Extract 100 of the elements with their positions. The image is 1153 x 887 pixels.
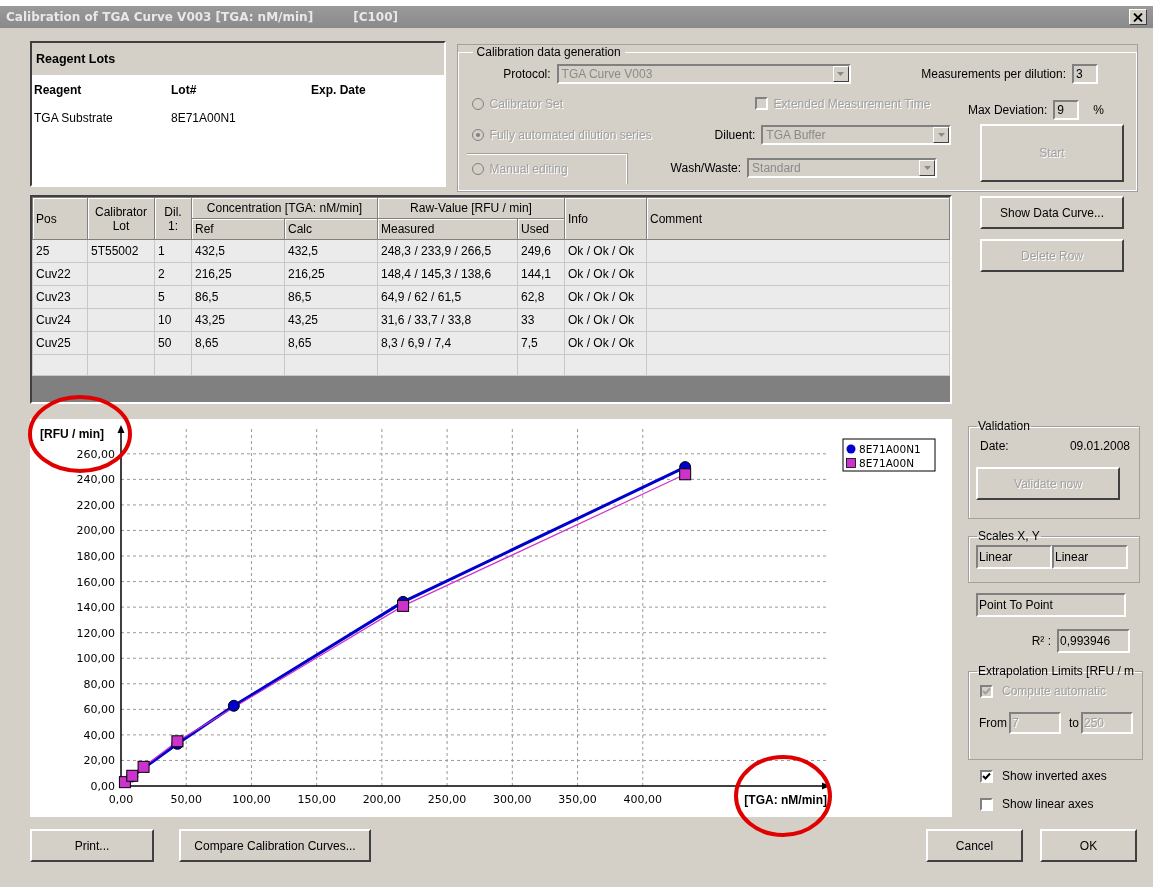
checkbox[interactable] [980,769,993,783]
y-scale-field[interactable]: Linear [1052,545,1128,569]
x-tick-label: 350,00 [558,793,597,806]
column-header: Info [564,197,647,240]
y-tick-label: 60,00 [83,703,115,717]
data-point [227,699,240,712]
table-cell: Ok / Ok / Ok [568,267,635,281]
table-cell: 8,3 / 6,9 / 7,4 [381,336,452,350]
table-cell: Ok / Ok / Ok [568,336,635,350]
table-cell-text: TGA Substrate [34,111,114,125]
x-tick-label: 250,00 [427,793,467,806]
checkbox[interactable] [980,797,993,811]
table-cell: 33 [521,313,535,327]
panel-title: Reagent Lots [36,52,116,66]
y-tick-label: 100,00 [76,652,115,666]
x-axis-label: [TGA: nM/min] [744,793,827,807]
column-header: Exp. Date [311,83,367,97]
data-point [397,599,410,612]
group-title: Extrapolation Limits [RFU / m [977,664,1136,678]
legend-label: 8E71A00N1 [859,443,921,455]
column-header: Comment [646,197,950,240]
checkbox-label: Show inverted axes [1002,769,1107,783]
table-cell: Ok / Ok / Ok [568,290,635,304]
table-cell: 31,6 / 33,7 / 33,8 [381,313,472,327]
y-tick-label: 180,00 [76,550,115,564]
group-title: Calibration data generation [475,45,622,59]
table-cell: 50 [158,336,172,350]
x-tick-label: 0,00 [108,793,134,806]
column-header: Reagent [34,83,83,97]
table-cell: 86,5 [288,290,312,304]
dropdown-arrow-icon [923,166,931,170]
table-cell: Ok / Ok / Ok [568,244,635,258]
close-icon [1133,12,1143,22]
y-tick-label: 200,00 [76,524,115,538]
table-cell: 7,5 [521,336,538,350]
table-cell: Ok / Ok / Ok [568,313,635,327]
table-cell: 43,25 [288,313,319,327]
dropdown-arrow-icon [837,71,845,76]
y-tick-label: 160,00 [76,575,115,589]
y-axis-label: [RFU / min] [40,427,104,441]
measurements-field[interactable]: 3 [1072,63,1098,84]
legend-marker [846,444,856,454]
y-tick-label: 240,00 [76,473,115,487]
column-header: Pos [32,197,88,240]
table-cell: 432,5 [288,244,319,258]
column-group-header: Raw-Value [RFU / min] [377,197,565,219]
field-label: R² : [1031,634,1051,648]
window-code: [C100] [353,10,398,24]
table-cell: Cuv25 [36,336,71,350]
ok-button[interactable]: OK [1040,829,1137,862]
x-tick-label: 200,00 [362,793,402,806]
table-cell: 64,9 / 62 / 61,5 [381,290,462,304]
x-tick-label: 150,00 [297,793,336,806]
table-cell: 216,25 [195,267,232,281]
field-label: to [1069,716,1079,730]
curve-type-field[interactable]: Point To Point [976,593,1126,617]
unit-label: % [1093,102,1104,117]
group-title: Validation [977,419,1031,433]
data-point [126,769,139,782]
table-cell: Cuv22 [36,267,71,281]
show-data-curve-button[interactable]: Show Data Curve... [980,196,1124,229]
table-cell: 10 [158,313,172,327]
column-group-header: Concentration [TGA: nM/min] [191,197,378,219]
table-cell: 43,25 [195,313,226,327]
cancel-button[interactable]: Cancel [926,829,1023,862]
table-cell: 249,6 [521,244,552,258]
y-tick-label: 260,00 [76,447,115,461]
column-header: Lot# [171,83,198,97]
column-header: Dil. 1: [154,197,192,240]
max-deviation-field[interactable]: 9 [1053,99,1080,120]
x-tick-label: 400,00 [623,793,662,806]
table-cell: 62,8 [521,290,545,304]
legend-label: 8E71A00N [859,457,915,469]
table-cell: 248,3 / 233,9 / 266,5 [381,244,492,258]
group-title: Scales X, Y [977,529,1041,543]
checkbox-label: Show linear axes [1002,797,1094,811]
x-scale-field[interactable]: Linear [976,545,1052,569]
x-tick-label: 300,00 [493,793,532,806]
table-cell: 144,1 [521,267,552,281]
table-cell: 148,4 / 145,3 / 138,6 [381,267,492,281]
table-cell: 216,25 [288,267,325,281]
print-button[interactable]: Print... [30,829,154,862]
table-cell: 86,5 [195,290,219,304]
validation-date: 09.01.2008 [1069,439,1130,453]
table-cell: Cuv24 [36,313,71,327]
data-point [137,760,150,773]
legend-marker [846,458,856,468]
r-squared-field[interactable]: 0,993946 [1057,629,1130,653]
field-label: Wash/Waste: [670,161,742,175]
close-button[interactable] [1129,9,1147,25]
data-point [679,468,692,481]
x-tick-label: 50,00 [170,793,202,806]
y-tick-label: 40,00 [83,728,115,742]
y-tick-label: 20,00 [83,754,115,768]
compare-curves-button[interactable]: Compare Calibration Curves... [179,829,371,862]
table-cell: 5T55002 [91,244,139,258]
table-cell: 25 [36,244,50,258]
field-label: Measurements per dilution: [921,66,1066,81]
window-title: Calibration of TGA Curve V003 [TGA: nM/min] [6,10,314,24]
y-tick-label: 80,00 [83,677,115,691]
